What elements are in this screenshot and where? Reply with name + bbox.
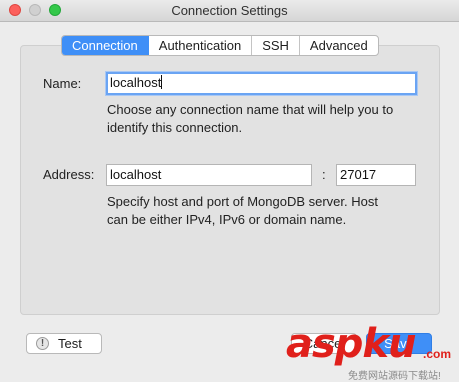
port-separator: : [322,167,326,182]
address-help-text: Specify host and port of MongoDB server.… [107,193,378,229]
port-field[interactable]: 27017 [336,164,416,186]
watermark-domain: .com [423,347,452,361]
name-field[interactable]: localhost [106,72,417,95]
name-field-value: localhost [110,75,162,90]
text-caret [161,75,163,89]
warning-icon: ! [36,337,49,350]
name-label: Name: [43,76,82,91]
test-button-label: Test [58,336,82,351]
tab-ssh[interactable]: SSH [252,36,300,55]
tab-connection[interactable]: Connection [62,36,149,55]
name-help-line-1: Choose any connection name that will hel… [107,102,394,117]
watermark-logo: aspku [286,321,417,367]
address-help-line-2: can be either IPv4, IPv6 or domain name. [107,212,347,227]
tab-authentication[interactable]: Authentication [149,36,253,55]
address-help-line-1: Specify host and port of MongoDB server.… [107,194,378,209]
tab-bar: Connection Authentication SSH Advanced [61,35,379,56]
title-bar: Connection Settings [0,0,459,22]
name-help-text: Choose any connection name that will hel… [107,101,393,137]
host-field[interactable]: localhost [106,164,312,186]
test-button[interactable]: ! Test [26,333,102,354]
watermark-subtitle: 免费网站源码下载站! [348,371,441,382]
tab-advanced[interactable]: Advanced [300,36,378,55]
window-title: Connection Settings [171,3,288,18]
address-label: Address: [43,167,95,182]
name-help-line-2: identify this connection. [107,120,243,135]
